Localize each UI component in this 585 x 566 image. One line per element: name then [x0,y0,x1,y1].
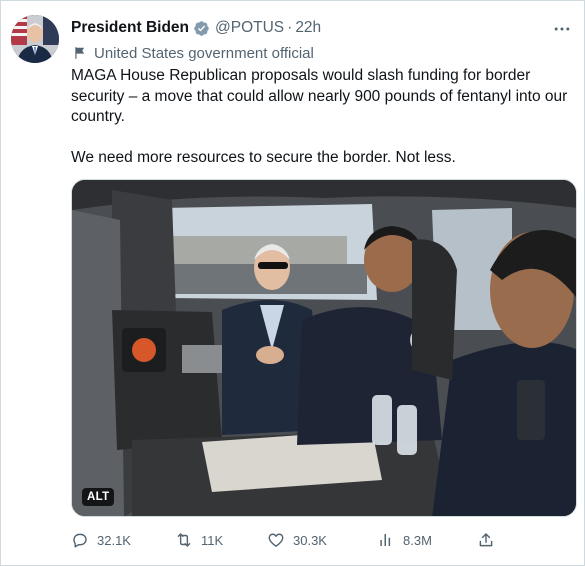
retweet-icon [177,533,191,547]
flag-icon [75,47,85,59]
tweet-actions: 32.1K 11K 30.3K 8.3M [71,527,501,553]
share-icon [479,533,493,547]
reply-icon [73,533,87,548]
verified-badge-icon[interactable] [193,20,210,37]
tweet-text-paragraph-1: MAGA House Republican proposals would sl… [71,67,568,125]
display-name[interactable]: President Biden [71,19,189,37]
share-button[interactable] [477,531,503,549]
tweet-header: President Biden @POTUS · 22h [71,17,321,39]
tweet-photo[interactable]: ALT [71,179,577,517]
retweet-button[interactable]: 11K [175,531,223,549]
reply-button[interactable]: 32.1K [71,531,131,549]
views-button[interactable]: 8.3M [377,531,432,549]
analytics-icon [380,534,391,546]
more-options-icon[interactable] [552,19,572,39]
affiliation-label[interactable]: United States government official [73,43,314,63]
avatar[interactable] [11,15,59,63]
tweet-text-paragraph-2: We need more resources to secure the bor… [71,149,456,166]
like-count: 30.3K [293,532,327,548]
retweet-count: 11K [201,532,224,548]
timestamp[interactable]: 22h [295,19,321,37]
view-count: 8.3M [403,532,432,548]
heart-icon [268,533,284,547]
like-button[interactable]: 30.3K [267,531,327,549]
tweet-card[interactable]: President Biden @POTUS · 22h United Stat… [0,0,585,566]
photo-illustration [72,180,576,516]
separator-dot: · [287,19,293,36]
alt-text-button[interactable]: ALT [82,488,115,506]
affiliation-text: United States government official [94,44,314,62]
avatar-photo [11,15,59,63]
tweet-text: MAGA House Republican proposals would sl… [71,66,571,189]
reply-count: 32.1K [97,532,131,548]
handle[interactable]: @POTUS [215,19,284,37]
